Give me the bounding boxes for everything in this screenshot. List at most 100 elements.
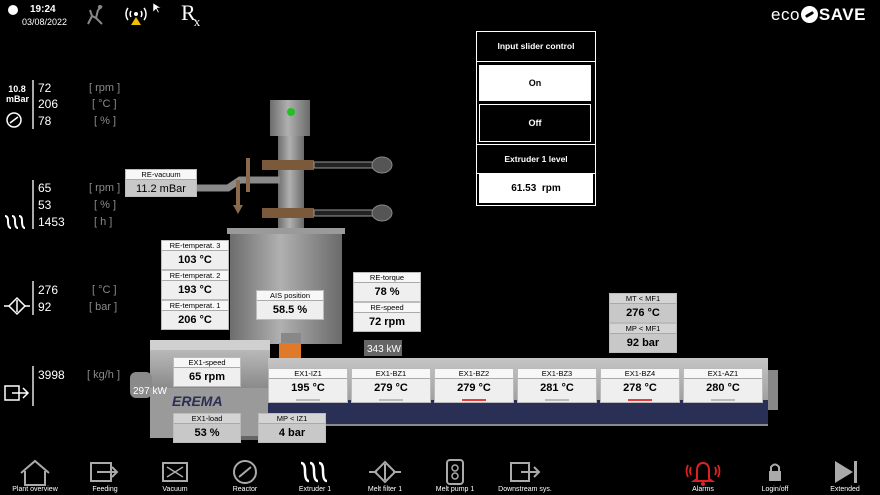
zone-heater-indicator: [462, 399, 486, 401]
re-torque-value: 78 %: [374, 286, 400, 298]
mp-mf1-box[interactable]: MP < MF1 92 bar: [609, 323, 677, 353]
lock-icon: [769, 463, 781, 481]
nav-login-off[interactable]: Login/off: [740, 455, 810, 495]
re-speed-value: 72 rpm: [368, 316, 406, 328]
melt-filter-icon: [369, 460, 401, 484]
vacuum-icon: [162, 462, 188, 482]
mp-mf1-label: MP < MF1: [610, 324, 676, 334]
re-temp1-value: 206 °C: [178, 314, 212, 326]
mt-mf1-label: MT < MF1: [610, 294, 676, 304]
nav-extended[interactable]: Extended: [810, 455, 880, 495]
downstream-icon: [510, 462, 541, 482]
ex1-speed-label: EX1-speed: [174, 358, 240, 368]
nav-label: Plant overview: [12, 486, 58, 493]
re-temp2-label: RE-temperat. 2: [162, 271, 228, 281]
nav-downstream-sys[interactable]: Downstream sys.: [490, 455, 560, 495]
zone-box[interactable]: EX1-BZ3 281 °C: [517, 368, 597, 403]
nav-feeding[interactable]: Feeding: [70, 455, 140, 495]
nav-label: Login/off: [761, 486, 789, 493]
erema-logo: EREMA: [172, 393, 223, 409]
zone-label: EX1-BZ1: [352, 369, 430, 379]
extended-icon: [835, 461, 857, 483]
off-button[interactable]: Off: [479, 104, 591, 142]
zone-heater-indicator: [711, 399, 735, 401]
zone-value: 195 °C: [291, 382, 325, 394]
nav-plant-overview[interactable]: Plant overview: [0, 455, 70, 495]
extruder-power-label: 297 kW: [133, 386, 167, 397]
zone-value: 279 °C: [374, 382, 408, 394]
extruder-level-title: Extruder 1 level: [477, 144, 595, 174]
nav-label: Feeding: [92, 486, 118, 493]
nav-alarms[interactable]: Alarms: [668, 455, 738, 495]
re-vacuum-value: 11.2 mBar: [136, 183, 186, 195]
mp-iz1-value: 4 bar: [278, 427, 306, 439]
zone-label: EX1-IZ1: [269, 369, 347, 379]
zone-label: EX1-BZ4: [601, 369, 679, 379]
zone-label: EX1-BZ3: [518, 369, 596, 379]
zone-box[interactable]: EX1-BZ2 279 °C: [434, 368, 514, 403]
mp-mf1-value: 92 bar: [626, 337, 660, 349]
re-temp1-box[interactable]: RE-temperat. 1 206 °C: [161, 300, 229, 330]
nav-melt-pump-1[interactable]: Melt pump 1: [420, 455, 490, 495]
re-speed-box[interactable]: RE-speed 72 rpm: [353, 302, 421, 332]
mp-iz1-box[interactable]: MP < IZ1 4 bar: [258, 413, 326, 443]
zone-box[interactable]: EX1-AZ1 280 °C: [683, 368, 763, 403]
ais-position-value: 58.5 %: [272, 304, 308, 316]
machine-graphic: [130, 100, 778, 440]
feeding-icon: [90, 462, 119, 482]
ais-position-box[interactable]: AIS position 58.5 %: [256, 290, 324, 320]
ais-position-label: AIS position: [257, 291, 323, 301]
nav-label: Melt pump 1: [435, 486, 475, 493]
re-vacuum-box[interactable]: RE-vacuum 11.2 mBar: [125, 169, 197, 197]
zone-heater-indicator: [296, 399, 320, 401]
zone-heater-indicator: [628, 399, 652, 401]
re-speed-label: RE-speed: [354, 303, 420, 313]
nav-vacuum[interactable]: Vacuum: [140, 455, 210, 495]
mp-iz1-label: MP < IZ1: [259, 414, 325, 424]
nav-label: Alarms: [692, 486, 714, 493]
reactor-icon: [233, 460, 257, 484]
mt-mf1-box[interactable]: MT < MF1 276 °C: [609, 293, 677, 323]
re-temp3-value: 103 °C: [178, 254, 212, 266]
re-temp3-box[interactable]: RE-temperat. 3 103 °C: [161, 240, 229, 270]
re-vacuum-label: RE-vacuum: [126, 170, 196, 180]
re-temp1-label: RE-temperat. 1: [162, 301, 228, 311]
zone-box[interactable]: EX1-BZ4 278 °C: [600, 368, 680, 403]
re-temp2-box[interactable]: RE-temperat. 2 193 °C: [161, 270, 229, 300]
zone-label: EX1-AZ1: [684, 369, 762, 379]
zone-value: 279 °C: [457, 382, 491, 394]
nav-reactor[interactable]: Reactor: [210, 455, 280, 495]
nav-label: Extruder 1: [298, 486, 332, 493]
alarm-bell-icon: [685, 461, 721, 486]
nav-label: Reactor: [232, 486, 258, 493]
re-temp3-label: RE-temperat. 3: [162, 241, 228, 251]
nav-melt-filter-1[interactable]: Melt filter 1: [350, 455, 420, 495]
zone-box[interactable]: EX1-BZ1 279 °C: [351, 368, 431, 403]
extruder-level-value[interactable]: 61.53 rpm: [479, 174, 593, 203]
melt-pump-icon: [446, 459, 464, 485]
input-slider-panel: Input slider control On Off Extruder 1 l…: [476, 31, 596, 206]
ex1-speed-box[interactable]: EX1-speed 65 rpm: [173, 357, 241, 387]
ex1-load-value: 53 %: [194, 427, 220, 439]
nav-label: Vacuum: [162, 486, 188, 493]
zone-value: 280 °C: [706, 382, 740, 394]
status-led-icon: [287, 108, 295, 116]
re-torque-label: RE-torque: [354, 273, 420, 283]
re-torque-box[interactable]: RE-torque 78 %: [353, 272, 421, 302]
zone-label: EX1-BZ2: [435, 369, 513, 379]
zone-box[interactable]: EX1-IZ1 195 °C: [268, 368, 348, 403]
ex1-load-box[interactable]: EX1-load 53 %: [173, 413, 241, 443]
zone-value: 278 °C: [623, 382, 657, 394]
zone-heater-indicator: [545, 399, 569, 401]
nav-label: Downstream sys.: [498, 486, 552, 493]
zone-value: 281 °C: [540, 382, 574, 394]
home-icon: [20, 459, 50, 486]
panel-title: Input slider control: [477, 32, 595, 62]
nav-label: Melt filter 1: [367, 486, 403, 493]
on-button[interactable]: On: [479, 65, 591, 101]
zone-heater-indicator: [379, 399, 403, 401]
extruder-icon: [300, 461, 328, 483]
nav-label: Extended: [830, 486, 860, 493]
nav-extruder-1[interactable]: Extruder 1: [280, 455, 350, 495]
reactor-power-label: 343 kW: [367, 344, 401, 355]
